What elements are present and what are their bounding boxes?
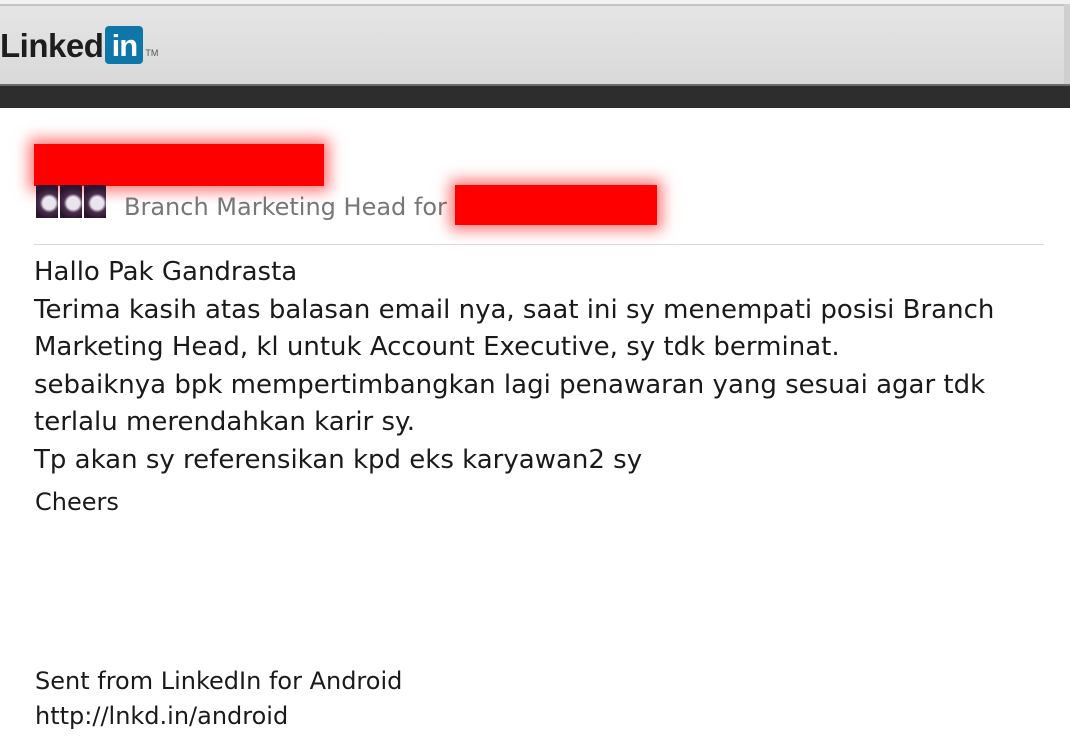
linkedin-logo[interactable]: Linked in TM: [0, 26, 158, 66]
avatar-segment: [60, 185, 82, 218]
sender-avatar[interactable]: [36, 185, 106, 218]
avatar-segment: [36, 185, 58, 218]
message-greeting: Hallo Pak Gandrasta: [34, 257, 298, 287]
header-separator-bar: [0, 84, 1070, 108]
message-line: Tp akan sy referensikan kpd eks karyawan…: [34, 444, 643, 475]
sent-from-text: Sent from LinkedIn for Android: [35, 667, 403, 695]
sender-headline: Branch Marketing Head for: [124, 193, 447, 221]
message-line: sebaiknya bpk mempertimbangkan lagi pena…: [34, 369, 986, 438]
message-line: Terima kasih atas balasan email nya, saa…: [34, 294, 995, 363]
app-header: Linked in TM: [0, 0, 1070, 84]
message-signoff: Cheers: [35, 488, 119, 516]
header-edge: [0, 4, 1070, 6]
message-body: Hallo Pak Gandrasta Terima kasih atas ba…: [34, 254, 1044, 479]
redacted-company-name: [455, 185, 657, 225]
android-link[interactable]: http://lnkd.in/android: [35, 699, 402, 734]
header-divider: [34, 244, 1044, 245]
email-view: Linked in TM Branch Marketing Head for H…: [0, 0, 1070, 754]
message-footer: Sent from LinkedIn for Android http://ln…: [35, 664, 402, 734]
logo-wordmark: Linked: [0, 27, 104, 64]
redacted-sender-name: [34, 144, 324, 186]
logo-trademark: TM: [145, 48, 159, 58]
header-right-edge: [1064, 4, 1070, 84]
avatar-segment: [84, 185, 106, 218]
logo-in-badge: in: [105, 26, 144, 64]
